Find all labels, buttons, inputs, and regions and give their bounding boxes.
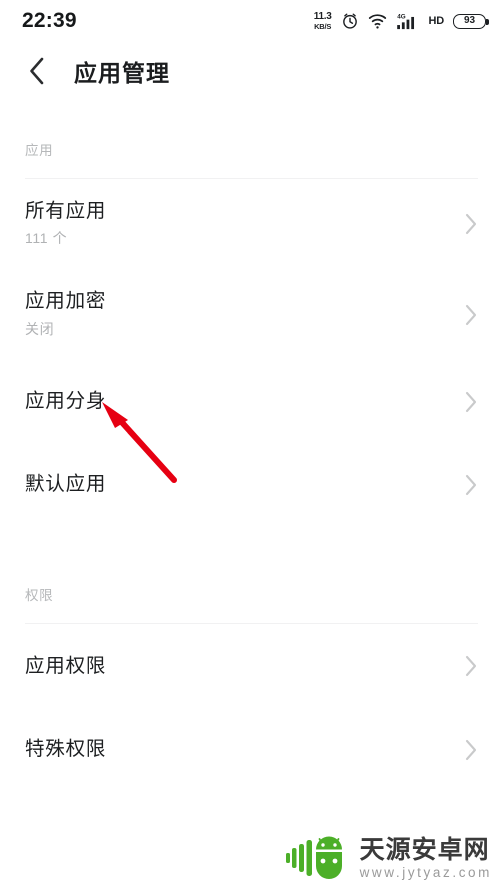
- status-bar-icons: 11.3 KB/S 4G HD 93: [313, 10, 489, 31]
- battery-percent-label: 93: [463, 15, 476, 26]
- chevron-right-icon: [465, 655, 478, 677]
- row-default-apps[interactable]: 默认应用: [0, 443, 500, 526]
- chevron-left-icon: [30, 57, 44, 85]
- watermark-text: 天源安卓网 www.jytyaz.com: [360, 838, 492, 880]
- row-app-permissions-title: 应用权限: [25, 654, 107, 677]
- android-robot-logo: [285, 836, 342, 879]
- row-special-permissions-title: 特殊权限: [25, 738, 107, 761]
- row-app-encryption-title: 应用加密: [25, 290, 107, 313]
- battery-icon: 93: [453, 13, 489, 29]
- back-button[interactable]: [20, 54, 54, 88]
- row-default-apps-texts: 默认应用: [25, 473, 106, 495]
- watermark-site-url: www.jytyaz.com: [359, 865, 492, 881]
- alarm-clock-icon: [342, 13, 357, 29]
- row-all-apps-title: 所有应用: [25, 199, 107, 222]
- row-all-apps-texts: 所有应用 111 个: [25, 200, 106, 248]
- network-speed-unit: KB/S: [314, 21, 332, 31]
- settings-list: 应用 所有应用 111 个 应用加密 关闭 应用分身 默认应用 权限 应用权限 …: [0, 100, 500, 889]
- section-label-permissions: 权限: [25, 588, 54, 603]
- network-speed-indicator: 11.3 KB/S: [313, 10, 332, 31]
- page-title: 应用管理: [74, 60, 170, 86]
- row-default-apps-title: 默认应用: [25, 473, 107, 496]
- svg-text:4G: 4G: [397, 13, 406, 20]
- chevron-right-icon: [465, 213, 478, 235]
- wifi-icon: [368, 14, 386, 29]
- watermark: 天源安卓网 www.jytyaz.com: [285, 835, 492, 883]
- row-app-encryption[interactable]: 应用加密 关闭: [0, 269, 500, 360]
- hd-call-icon: HD: [428, 15, 445, 27]
- row-app-clone-title: 应用分身: [25, 390, 107, 413]
- row-app-permissions-texts: 应用权限: [25, 655, 106, 677]
- row-app-encryption-texts: 应用加密 关闭: [25, 290, 106, 338]
- chevron-right-icon: [465, 391, 478, 413]
- row-all-apps-subtitle: 111 个: [25, 230, 68, 247]
- watermark-site-name: 天源安卓网: [359, 836, 490, 865]
- status-bar-clock: 22:39: [22, 9, 77, 32]
- network-speed-value: 11.3: [313, 10, 332, 22]
- row-app-clone[interactable]: 应用分身: [0, 360, 500, 443]
- chevron-right-icon: [465, 474, 478, 496]
- section-label-apps: 应用: [25, 143, 54, 158]
- row-app-permissions[interactable]: 应用权限: [0, 624, 500, 708]
- row-special-permissions-texts: 特殊权限: [25, 738, 106, 760]
- row-app-clone-texts: 应用分身: [25, 390, 106, 412]
- cellular-signal-4g-icon: 4G: [396, 13, 414, 30]
- row-app-encryption-subtitle: 关闭: [25, 320, 55, 337]
- app-bar: 应用管理: [0, 42, 500, 100]
- status-bar: 22:39 11.3 KB/S 4G HD 93: [0, 0, 500, 42]
- row-all-apps[interactable]: 所有应用 111 个: [0, 179, 500, 269]
- phone-screen: 22:39 11.3 KB/S 4G HD 93 应用管理 应用 所有应用 11…: [0, 0, 500, 889]
- chevron-right-icon: [465, 739, 478, 761]
- row-special-permissions[interactable]: 特殊权限: [0, 708, 500, 791]
- chevron-right-icon: [465, 304, 478, 326]
